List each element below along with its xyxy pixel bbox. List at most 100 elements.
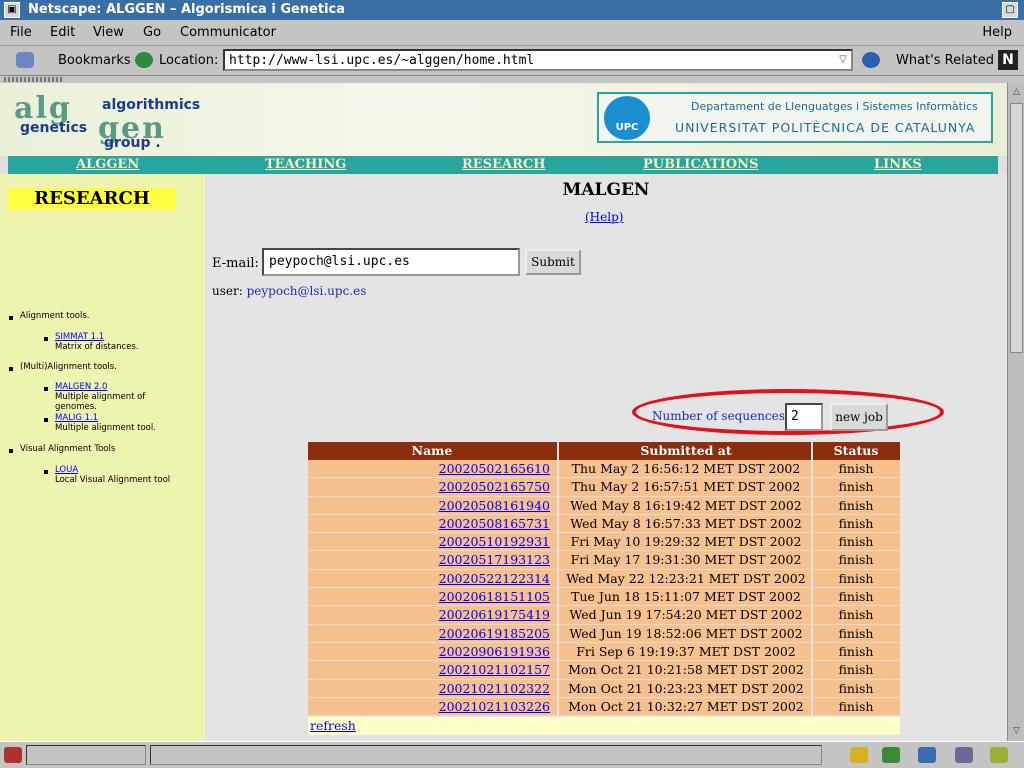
jobs-table-body: 20020502165610 Thu May 2 16:56:12 MET DST… <box>308 460 900 717</box>
job-status: finish <box>838 625 874 641</box>
malgen-description-2: genomes. <box>55 402 97 412</box>
nav-research[interactable]: RESEARCH <box>462 157 546 172</box>
nav-links[interactable]: LINKS <box>874 157 922 172</box>
bullet-icon <box>9 316 13 320</box>
bullet-icon <box>44 387 48 391</box>
job-name-link[interactable]: 20020619185205 <box>308 626 556 641</box>
toolbar-grip[interactable] <box>0 76 1024 83</box>
menu-view[interactable]: View <box>93 25 124 40</box>
security-lock-icon[interactable] <box>4 747 22 763</box>
job-status: finish <box>838 515 874 531</box>
job-name-link[interactable]: 20020502165610 <box>308 461 556 476</box>
table-row: 20020517193123 Fri May 17 19:31:30 MET DS… <box>308 551 900 570</box>
job-submitted-at: Thu May 2 16:56:12 MET DST 2002 <box>571 461 801 476</box>
sidebar-section-visual: Visual Alignment Tools <box>20 444 116 454</box>
bullet-icon <box>44 418 48 422</box>
menu-help[interactable]: Help <box>982 25 1012 40</box>
window-menu-icon[interactable]: ▣ <box>4 2 20 18</box>
user-email: peypoch@lsi.upc.es <box>246 284 367 298</box>
menu-communicator[interactable]: Communicator <box>180 25 276 40</box>
table-row: 20020619185205 Wed Jun 19 18:52:06 MET DS… <box>308 624 900 643</box>
job-submitted-at: Mon Oct 21 10:23:23 MET DST 2002 <box>568 680 804 696</box>
menu-edit[interactable]: Edit <box>50 25 75 40</box>
url-dropdown-icon[interactable]: ▽ <box>836 51 850 69</box>
job-name-link[interactable]: 20020619175419 <box>308 607 556 622</box>
edit-icon[interactable] <box>990 747 1008 763</box>
job-name-link[interactable]: 20021021102157 <box>308 662 556 677</box>
location-label: Location: <box>159 53 219 68</box>
submit-button[interactable]: Submit <box>525 249 581 275</box>
malig-description: Multiple alignment tool. <box>55 423 156 433</box>
table-row: 20020508161940 Wed May 8 16:19:42 MET DST… <box>308 496 900 515</box>
header-status: Status <box>833 443 879 458</box>
job-name-link[interactable]: 20020517193123 <box>308 552 556 567</box>
nav-teaching[interactable]: TEACHING <box>265 157 346 172</box>
job-name-link[interactable]: 20020618151105 <box>308 589 556 604</box>
jobs-table-footer: refresh <box>308 717 900 736</box>
sequences-input[interactable]: 2 <box>785 403 823 431</box>
job-submitted-at: Tue Jun 18 15:11:07 MET DST 2002 <box>571 589 801 605</box>
user-line: user: peypoch@lsi.upc.es <box>212 284 366 298</box>
job-submitted-at: Fri May 17 19:31:30 MET DST 2002 <box>570 552 802 568</box>
url-input[interactable]: http://www-lsi.upc.es/~alggen/home.html <box>223 49 853 71</box>
scroll-up-icon[interactable]: △ <box>1010 86 1023 99</box>
job-status: finish <box>838 607 874 623</box>
nav-alggen[interactable]: ALGGEN <box>76 157 139 172</box>
status-text <box>150 745 822 765</box>
help-link[interactable]: (Help) <box>585 210 623 224</box>
email-field[interactable]: peypoch@lsi.upc.es <box>262 248 520 276</box>
upc-seal-icon: UPC <box>604 96 650 140</box>
refresh-link[interactable]: refresh <box>310 718 356 733</box>
page-title: MALGEN <box>562 180 650 200</box>
sidebar-link-malgen[interactable]: MALGEN 2.0 <box>55 382 107 392</box>
table-row: 20020502165750 Thu May 2 16:57:51 MET DST… <box>308 478 900 497</box>
table-row: 20020502165610 Thu May 2 16:56:12 MET DST… <box>308 460 900 479</box>
job-status: finish <box>838 461 874 476</box>
sidebar-link-simmat[interactable]: SIMMAT 1.1 <box>55 332 104 342</box>
menu-file[interactable]: File <box>10 25 32 40</box>
table-row: 20020618151105 Tue Jun 18 15:11:07 MET DS… <box>308 588 900 607</box>
logo-genetics: genetics <box>20 120 88 136</box>
sidebar-link-loua[interactable]: LOUA <box>55 465 78 475</box>
vertical-scrollbar[interactable]: △ ▽ <box>1007 83 1024 741</box>
bullet-icon <box>9 449 13 453</box>
job-name-link[interactable]: 20021021103226 <box>308 699 556 714</box>
netscape-logo-icon: N <box>998 50 1018 70</box>
maximize-icon[interactable]: ▢ <box>1002 2 1018 18</box>
whats-related-icon[interactable] <box>862 52 880 68</box>
job-name-link[interactable]: 20020522122314 <box>308 571 556 586</box>
table-row: 20020906191936 Fri Sep 6 19:19:37 MET DST… <box>308 642 900 662</box>
job-name-link[interactable]: 20020508165731 <box>308 516 556 531</box>
new-job-button[interactable]: new job <box>830 403 888 431</box>
scroll-down-icon[interactable]: ▽ <box>1010 725 1023 738</box>
sidebar-link-malig[interactable]: MALIG 1.1 <box>55 413 98 423</box>
bookmarks-button[interactable]: Bookmarks <box>58 53 131 68</box>
scroll-thumb[interactable] <box>1010 103 1023 353</box>
table-row: 20021021102322 Mon Oct 21 10:23:23 MET DS… <box>308 679 900 698</box>
upc-university: UNIVERSITAT POLITÈCNICA DE CATALUNYA <box>675 120 976 135</box>
job-name-link[interactable]: 20020906191936 <box>308 644 556 659</box>
job-name-link[interactable]: 20021021102322 <box>308 681 556 696</box>
menu-go[interactable]: Go <box>143 25 161 40</box>
header-submitted: Submitted at <box>640 443 732 458</box>
malgen-main: MALGEN (Help) E-mail: peypoch@lsi.upc.es… <box>205 174 1007 741</box>
mail-icon[interactable] <box>882 747 900 763</box>
table-row: 20021021102157 Mon Oct 21 10:21:58 MET DS… <box>308 661 900 680</box>
whats-related-button[interactable]: What's Related <box>896 53 994 68</box>
job-name-link[interactable]: 20020508161940 <box>308 498 556 513</box>
bookmarks-icon[interactable] <box>16 52 34 68</box>
location-icon[interactable] <box>135 52 153 68</box>
composer-icon[interactable] <box>955 747 973 763</box>
table-row: 20020510192931 Fri May 10 19:29:32 MET DS… <box>308 533 900 552</box>
status-bar <box>0 741 1024 768</box>
job-name-link[interactable]: 20020502165750 <box>308 479 556 494</box>
nav-publications[interactable]: PUBLICATIONS <box>643 157 758 172</box>
job-submitted-at: Mon Oct 21 10:21:58 MET DST 2002 <box>568 662 804 678</box>
upc-department: Departament de Llenguatges i Sistemes In… <box>691 100 978 113</box>
component-navigator-icon[interactable] <box>850 747 868 763</box>
job-status: finish <box>838 479 874 495</box>
table-row: 20020619175419 Wed Jun 19 17:54:20 MET DS… <box>308 606 900 625</box>
discussion-icon[interactable] <box>918 747 936 763</box>
job-name-link[interactable]: 20020510192931 <box>308 534 556 549</box>
job-submitted-at: Wed May 8 16:57:33 MET DST 2002 <box>570 515 802 531</box>
